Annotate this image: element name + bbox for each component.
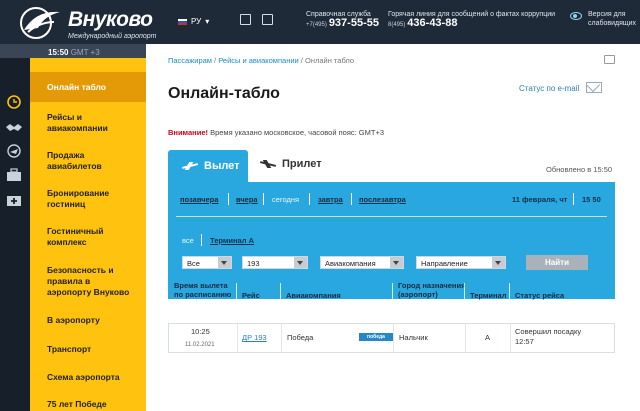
updated-time: Обновлено в 15:50 <box>546 165 613 174</box>
main-content: Пассажирам / Рейсы и авиакомпании / Онла… <box>146 44 640 411</box>
day-yesterday[interactable]: вчера <box>236 195 258 204</box>
board-clock: 15 50 <box>582 195 601 204</box>
row-date: 11.02.2021 <box>185 342 215 348</box>
sidebar-item-in-airport[interactable]: В аэропорту <box>30 315 146 326</box>
flight-board: позавчера вчера сегодня завтра послезавт… <box>168 182 615 300</box>
airline-select[interactable]: Авиакомпания <box>320 256 404 269</box>
sidebar-item-security[interactable]: Безопасность и правила в аэропорту Внуко… <box>30 265 146 298</box>
eye-icon[interactable] <box>570 12 582 20</box>
chevron-down-icon: ▾ <box>205 17 210 26</box>
col-destination: Город назначения (аэропорт) <box>398 281 466 299</box>
qr-icon[interactable] <box>262 14 273 25</box>
chevron-down-icon <box>218 257 231 268</box>
tab-departure[interactable]: Вылет <box>168 150 248 182</box>
help-phone[interactable]: 937-55-55 <box>329 17 379 29</box>
brand-name[interactable]: Внуково <box>68 8 153 32</box>
col-airline: Авиакомпания <box>286 291 341 300</box>
sidebar-item-hotels[interactable]: Бронирование гостиниц <box>30 188 146 210</box>
chevron-down-icon <box>492 257 505 268</box>
day-today[interactable]: сегодня <box>272 195 299 204</box>
site-header: Внуково Международный аэропорт РУ ▾ Справ… <box>0 0 640 44</box>
airport-logo-icon[interactable] <box>14 6 64 40</box>
col-status: Статус рейса <box>515 291 565 300</box>
page-title: Онлайн-табло <box>168 85 280 102</box>
sidebar-item-online-board[interactable]: Онлайн табло <box>30 72 146 102</box>
col-terminal: Терминал <box>470 291 507 300</box>
day-tomorrow[interactable]: завтра <box>318 195 343 204</box>
sidebar-item-flights[interactable]: Рейсы и авиакомпании <box>30 112 146 134</box>
row-time: 10:25 <box>191 327 210 336</box>
sidebar-nav: Онлайн табло Рейсы и авиакомпании Продаж… <box>30 58 146 411</box>
plane-circle-icon[interactable] <box>5 144 23 158</box>
tab-arrival[interactable]: Прилет <box>260 158 322 170</box>
day-after-tomorrow[interactable]: послезавтра <box>359 195 406 204</box>
sidebar-item-map[interactable]: Схема аэропорта <box>30 372 146 383</box>
day-before-yesterday[interactable]: позавчера <box>180 195 218 204</box>
breadcrumb-flights[interactable]: Рейсы и авиакомпании <box>218 56 299 65</box>
row-terminal: А <box>485 333 491 342</box>
handshake-icon[interactable] <box>5 120 23 134</box>
row-status: Совершил посадку 12:57 <box>515 327 582 346</box>
icon-column <box>0 58 30 411</box>
sidebar-item-transport[interactable]: Транспорт <box>30 344 146 355</box>
low-vision-link[interactable]: Версия для слабовидящих <box>588 10 636 28</box>
direction-select[interactable]: Направление <box>416 256 506 269</box>
local-time: 15:50 GMT +3 <box>48 48 100 57</box>
email-status-link[interactable]: Статус по e-mail <box>519 84 579 93</box>
photo-icon[interactable] <box>240 14 251 25</box>
breadcrumb-current: Онлайн табло <box>304 56 355 65</box>
find-button[interactable]: Найти <box>526 255 588 270</box>
terminal-all[interactable]: все <box>182 236 194 245</box>
corruption-hotline: Горячая линия для сообщений о фактах кор… <box>388 11 556 29</box>
brand-subtitle: Международный аэропорт <box>68 33 157 40</box>
help-desk: Справочная служба +7(495) 937-55-55 <box>306 11 379 29</box>
sidebar-item-tickets[interactable]: Продажа авиабилетов <box>30 150 146 172</box>
takeoff-icon <box>182 161 198 171</box>
chevron-down-icon <box>390 257 403 268</box>
row-city: Нальчик <box>399 333 428 342</box>
hotline-phone[interactable]: 436-43-88 <box>407 17 457 29</box>
type-select[interactable]: Все <box>182 256 232 269</box>
suitcase-icon[interactable] <box>5 168 23 182</box>
first-aid-icon[interactable] <box>5 193 23 207</box>
print-icon[interactable] <box>604 55 615 64</box>
row-airline: Победа <box>287 333 314 342</box>
col-flight: Рейс <box>242 291 260 300</box>
sidebar-item-hotel-complex[interactable]: Гостиничный комплекс <box>30 226 146 248</box>
language-selector[interactable]: РУ ▾ <box>178 17 209 26</box>
row-flight-link[interactable]: ДР 193 <box>242 333 267 343</box>
chevron-down-icon <box>294 257 307 268</box>
terminal-a[interactable]: Терминал А <box>210 236 254 245</box>
breadcrumb-passengers[interactable]: Пассажирам <box>168 56 212 65</box>
col-departure-time: Время вылета по расписанию <box>174 281 232 299</box>
breadcrumb: Пассажирам / Рейсы и авиакомпании / Онла… <box>168 56 355 65</box>
russia-flag-icon <box>178 18 187 25</box>
flight-number-input[interactable]: 193 <box>242 256 308 269</box>
envelope-icon[interactable] <box>586 82 602 93</box>
landing-icon <box>260 159 276 169</box>
timezone-notice: Внимание! Время указано московское, часо… <box>168 128 385 137</box>
table-row[interactable]: 10:25 11.02.2021 ДР 193 Победа победа На… <box>168 323 615 353</box>
board-date: 11 февраля, чт <box>512 195 568 204</box>
airline-logo: победа <box>359 333 393 341</box>
sidebar-item-victory[interactable]: 75 лет Победе <box>30 399 146 410</box>
clock-icon[interactable] <box>5 95 23 109</box>
